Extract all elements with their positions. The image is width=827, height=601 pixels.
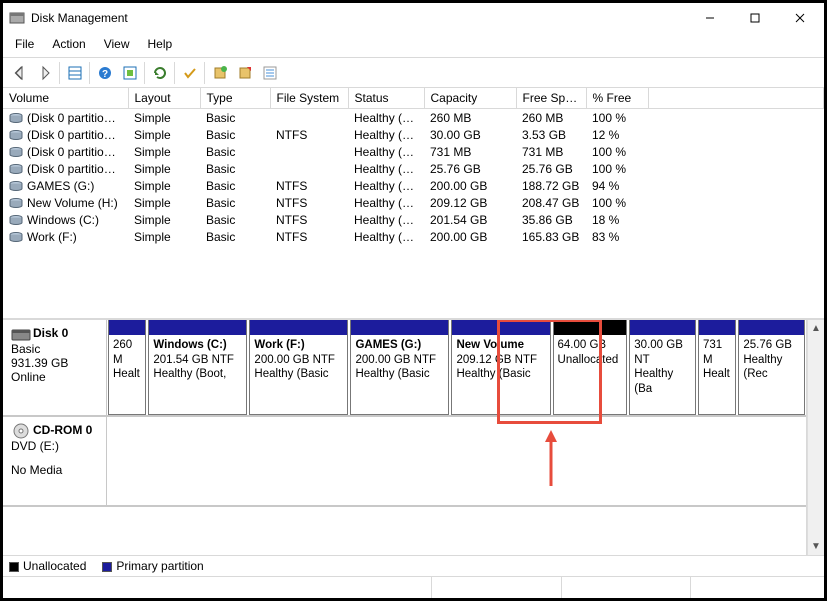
- menu-action[interactable]: Action: [50, 35, 87, 53]
- close-button[interactable]: [777, 4, 822, 32]
- legend-item: Unallocated: [9, 559, 86, 573]
- segment-header: [149, 320, 246, 335]
- table-row[interactable]: Work (F:)SimpleBasicNTFSHealthy (B...200…: [3, 228, 824, 245]
- column-header[interactable]: Layout: [128, 88, 200, 109]
- new-button[interactable]: [209, 62, 231, 84]
- window-title: Disk Management: [31, 11, 128, 25]
- scroll-up-button[interactable]: ▲: [808, 320, 824, 337]
- column-header[interactable]: Volume: [3, 88, 128, 109]
- toolbar: ?: [3, 58, 824, 88]
- segment-header: [351, 320, 448, 335]
- refresh-button[interactable]: [149, 62, 171, 84]
- menu-view[interactable]: View: [102, 35, 132, 53]
- minimize-button[interactable]: [687, 4, 732, 32]
- table-row[interactable]: (Disk 0 partition 9)SimpleBasicHealthy (…: [3, 160, 824, 177]
- partition-segment[interactable]: 30.00 GB NTHealthy (Ba: [629, 320, 696, 415]
- segment-header: [739, 320, 804, 335]
- disk-row[interactable]: Disk 0Basic931.39 GBOnline260 MHealtWind…: [3, 320, 806, 417]
- partition-segment[interactable]: 25.76 GBHealthy (Rec: [738, 320, 805, 415]
- partition-segment[interactable]: New Volume209.12 GB NTFHealthy (Basic: [451, 320, 550, 415]
- disk-info[interactable]: CD-ROM 0DVD (E:)No Media: [3, 417, 107, 505]
- column-header-spacer[interactable]: [648, 88, 824, 109]
- settings-button[interactable]: [119, 62, 141, 84]
- properties-button[interactable]: [259, 62, 281, 84]
- partition-segment[interactable]: 260 MHealt: [108, 320, 146, 415]
- column-header[interactable]: Status: [348, 88, 424, 109]
- forward-button[interactable]: [34, 62, 56, 84]
- segment-header: [109, 320, 145, 335]
- hdd-icon: [11, 326, 31, 342]
- volume-icon: [9, 198, 23, 208]
- disk-graphical-pane[interactable]: Disk 0Basic931.39 GBOnline260 MHealtWind…: [3, 320, 807, 555]
- svg-text:?: ?: [102, 69, 108, 80]
- help-button[interactable]: ?: [94, 62, 116, 84]
- column-header[interactable]: % Free: [586, 88, 648, 109]
- table-row[interactable]: Windows (C:)SimpleBasicNTFSHealthy (B...…: [3, 211, 824, 228]
- segment-header: [250, 320, 347, 335]
- volume-icon: [9, 113, 23, 123]
- statusbar: [3, 576, 824, 598]
- volume-icon: [9, 181, 23, 191]
- unallocated-segment[interactable]: 64.00 GBUnallocated: [553, 320, 628, 415]
- volume-icon: [9, 147, 23, 157]
- disk-info[interactable]: Disk 0Basic931.39 GBOnline: [3, 320, 107, 415]
- column-header[interactable]: Type: [200, 88, 270, 109]
- column-header[interactable]: Free Spa...: [516, 88, 586, 109]
- disk-row[interactable]: CD-ROM 0DVD (E:)No Media: [3, 417, 806, 507]
- partition-segment[interactable]: Windows (C:)201.54 GB NTFHealthy (Boot,: [148, 320, 247, 415]
- segment-header: [699, 320, 735, 335]
- segment-header: [554, 320, 627, 335]
- volume-icon: [9, 232, 23, 242]
- table-row[interactable]: (Disk 0 partition 1)SimpleBasicHealthy (…: [3, 109, 824, 127]
- partition-segment[interactable]: GAMES (G:)200.00 GB NTFHealthy (Basic: [350, 320, 449, 415]
- legend-item: Primary partition: [102, 559, 203, 573]
- show-hide-tree-button[interactable]: [64, 62, 86, 84]
- back-button[interactable]: [9, 62, 31, 84]
- disk-management-window: Disk Management File Action View Help ?: [0, 0, 827, 601]
- app-icon: [9, 10, 25, 26]
- volume-icon: [9, 215, 23, 225]
- volumes-table: VolumeLayoutTypeFile SystemStatusCapacit…: [3, 88, 824, 245]
- scroll-down-button[interactable]: ▼: [808, 538, 824, 555]
- volume-list-pane[interactable]: VolumeLayoutTypeFile SystemStatusCapacit…: [3, 88, 824, 320]
- table-row[interactable]: New Volume (H:)SimpleBasicNTFSHealthy (B…: [3, 194, 824, 211]
- volume-icon: [9, 130, 23, 140]
- table-row[interactable]: GAMES (G:)SimpleBasicNTFSHealthy (B...20…: [3, 177, 824, 194]
- menu-help[interactable]: Help: [146, 35, 175, 53]
- table-row[interactable]: (Disk 0 partition 7)SimpleBasicNTFSHealt…: [3, 126, 824, 143]
- column-header[interactable]: Capacity: [424, 88, 516, 109]
- table-header-row[interactable]: VolumeLayoutTypeFile SystemStatusCapacit…: [3, 88, 824, 109]
- table-row[interactable]: (Disk 0 partition 8)SimpleBasicHealthy (…: [3, 143, 824, 160]
- maximize-button[interactable]: [732, 4, 777, 32]
- volume-icon: [9, 164, 23, 174]
- legend: Unallocated Primary partition: [3, 555, 824, 576]
- column-header[interactable]: File System: [270, 88, 348, 109]
- partition-segment[interactable]: Work (F:)200.00 GB NTFHealthy (Basic: [249, 320, 348, 415]
- delete-button[interactable]: [234, 62, 256, 84]
- cd-icon: [11, 423, 31, 439]
- segment-header: [630, 320, 695, 335]
- partition-segment[interactable]: 731 MHealt: [698, 320, 736, 415]
- apply-button[interactable]: [179, 62, 201, 84]
- vertical-scrollbar[interactable]: ▲ ▼: [807, 320, 824, 555]
- menu-file[interactable]: File: [13, 35, 36, 53]
- menubar: File Action View Help: [3, 33, 824, 58]
- segment-header: [452, 320, 549, 335]
- titlebar: Disk Management: [3, 3, 824, 33]
